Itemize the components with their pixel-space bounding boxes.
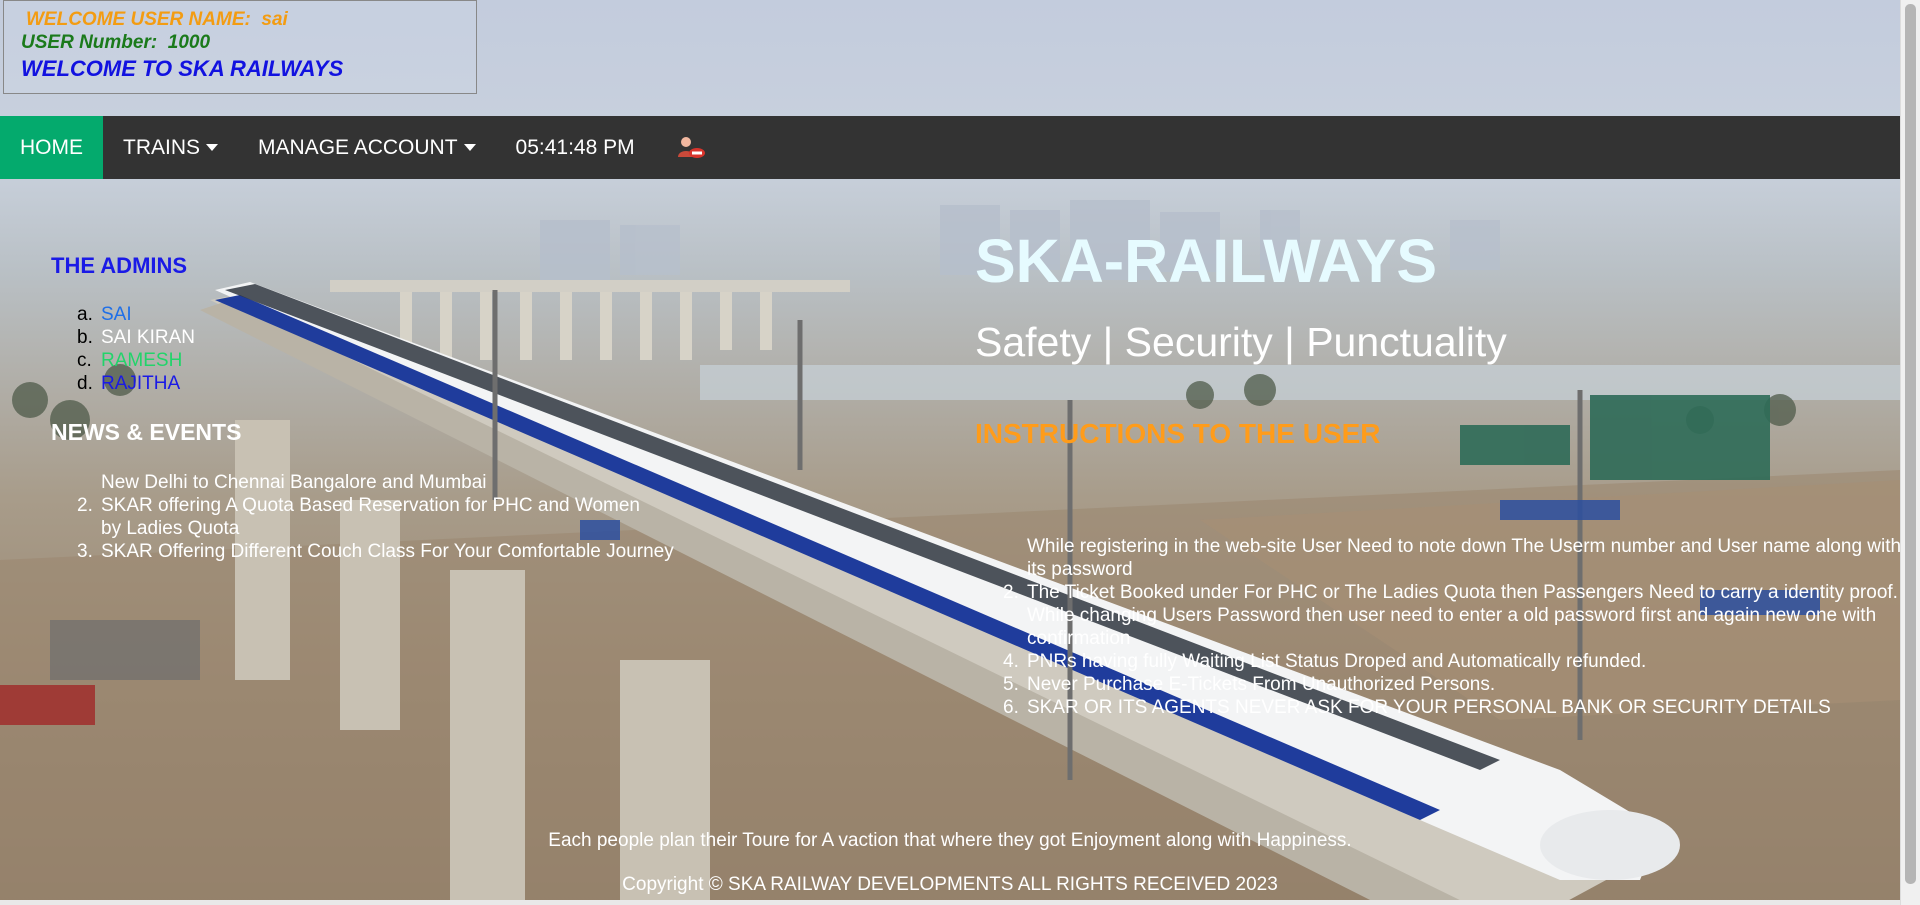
news-text: SKAR Offering Different Couch Class For …: [101, 541, 674, 562]
admin-item: d. RAJITHA: [77, 372, 195, 395]
vertical-scrollbar[interactable]: [1900, 0, 1920, 905]
list-marker: 2.: [1003, 582, 1019, 603]
admins-heading: THE ADMINS: [51, 253, 188, 278]
logout-button[interactable]: [655, 116, 729, 179]
instruction-text: PNRs having fully Waiting List Status Dr…: [1027, 651, 1647, 672]
instruction-text: SKAR OR ITS AGENTS NEVER ASK FOR YOUR PE…: [1027, 697, 1831, 718]
list-marker: b.: [77, 327, 93, 348]
nav-clock: 05:41:48 PM: [496, 116, 655, 179]
admin-link-sai[interactable]: SAI: [101, 304, 132, 325]
instruction-item: While registering in the web-site User N…: [1003, 535, 1903, 581]
instruction-text: While registering in the web-site User N…: [1027, 536, 1902, 580]
list-marker: 2.: [77, 495, 93, 516]
news-item: New Delhi to Chennai Bangalore and Mumba…: [77, 471, 777, 494]
nav-trains-dropdown[interactable]: TRAINS: [103, 116, 238, 179]
instruction-text: Never Purchase E-Tickets From Unauthoriz…: [1027, 674, 1496, 695]
nav-manage-account-dropdown[interactable]: MANAGE ACCOUNT: [238, 116, 496, 179]
news-item: 3. SKAR Offering Different Couch Class Fo…: [77, 540, 777, 563]
news-text: New Delhi to Chennai Bangalore and Mumba…: [101, 472, 487, 493]
instruction-item: 4. PNRs having fully Waiting List Status …: [1003, 650, 1903, 673]
caret-down-icon: [206, 144, 219, 151]
news-text: SKAR offering A Quota Based Reservation …: [101, 495, 640, 539]
user-name-label: WELCOME USER NAME:: [26, 9, 251, 30]
clock-text: 05:41:48 PM: [515, 135, 635, 159]
welcome-user-name-line: WELCOME USER NAME: sai: [26, 9, 288, 31]
user-number-value: 1000: [167, 32, 211, 53]
top-navbar: HOME TRAINS MANAGE ACCOUNT 05:41:48 PM: [0, 116, 1900, 179]
hero-title: SKA-RAILWAYS: [975, 227, 1438, 295]
admin-item: b. SAI KIRAN: [77, 326, 195, 349]
list-marker: 6.: [1003, 697, 1019, 718]
caret-down-icon: [463, 144, 476, 151]
news-item: 2. SKAR offering A Quota Based Reservatio…: [77, 494, 777, 540]
instruction-text: While changing Users Password then user …: [1027, 605, 1877, 649]
admin-item: a. SAI: [77, 303, 195, 326]
instruction-item: While changing Users Password then user …: [1003, 604, 1903, 650]
admin-link-rajitha[interactable]: RAJITHA: [101, 373, 180, 394]
scrollbar-thumb[interactable]: [1905, 4, 1916, 884]
list-marker: 3.: [77, 541, 93, 562]
list-marker: c.: [77, 350, 92, 371]
logout-icon: [675, 134, 709, 162]
instruction-item: 5. Never Purchase E-Tickets From Unauthor…: [1003, 673, 1903, 696]
instruction-item: 6. SKAR OR ITS AGENTS NEVER ASK FOR YOUR …: [1003, 696, 1903, 719]
news-list: New Delhi to Chennai Bangalore and Mumba…: [77, 471, 777, 563]
nav-manage-account-label: MANAGE ACCOUNT: [258, 135, 458, 159]
admins-list: a. SAI b. SAI KIRAN c. RAMESH d. RAJITHA: [77, 303, 195, 395]
list-marker: d.: [77, 373, 93, 394]
admin-link-sai-kiran[interactable]: SAI KIRAN: [101, 327, 195, 348]
welcome-message: WELCOME TO SKA RAILWAYS: [21, 56, 344, 81]
copyright-text: Copyright © SKA RAILWAY DEVELOPMENTS ALL…: [622, 874, 1278, 895]
list-marker: [1003, 535, 1027, 581]
user-number-label: USER Number:: [21, 32, 158, 53]
news-heading: NEWS & EVENTS: [51, 419, 242, 445]
user-number-line: USER Number: 1000: [21, 32, 210, 54]
instruction-item: 2. The Ticket Booked under For PHC or The…: [1003, 581, 1903, 604]
instruction-text: The Ticket Booked under For PHC or The L…: [1027, 582, 1898, 603]
list-marker: 5.: [1003, 674, 1019, 695]
nav-home-label: HOME: [20, 135, 83, 159]
nav-trains-label: TRAINS: [123, 135, 201, 159]
instructions-heading: INSTRUCTIONS TO THE USER: [975, 418, 1381, 449]
user-name-value: sai: [261, 9, 288, 30]
list-marker: 4.: [1003, 651, 1019, 672]
list-marker: [1003, 604, 1027, 650]
nav-home[interactable]: HOME: [0, 116, 103, 179]
instructions-list: While registering in the web-site User N…: [1003, 535, 1903, 738]
hero-tagline: Safety | Security | Punctuality: [975, 319, 1507, 365]
list-marker: a.: [77, 304, 93, 325]
admin-item: c. RAMESH: [77, 349, 195, 372]
list-marker: [77, 471, 101, 494]
welcome-box: WELCOME USER NAME: sai USER Number: 1000…: [3, 0, 477, 94]
horizontal-scrollbar-strip: [0, 900, 1900, 905]
footer-note: Each people plan their Toure for A vacti…: [548, 830, 1352, 851]
admin-link-ramesh[interactable]: RAMESH: [101, 350, 182, 371]
